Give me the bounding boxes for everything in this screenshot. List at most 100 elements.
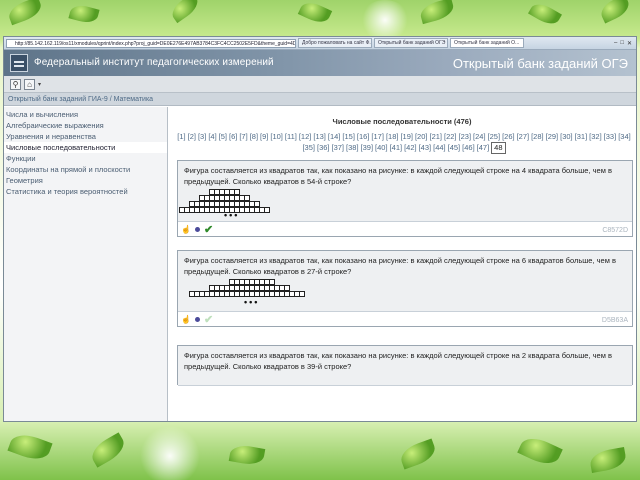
page-link[interactable]: [21] bbox=[429, 132, 442, 142]
sidebar-item-algebraic-expressions[interactable]: Алгебраические выражения bbox=[4, 120, 167, 131]
page-link[interactable]: [36] bbox=[317, 143, 330, 153]
minimize-icon[interactable]: – bbox=[614, 40, 617, 47]
page-link[interactable]: [24] bbox=[473, 132, 486, 142]
page-link[interactable]: [22] bbox=[444, 132, 457, 142]
ellipsis-dots: ••• bbox=[224, 210, 240, 220]
task-card-1: Фигура составляется из квадратов так, ка… bbox=[177, 160, 633, 237]
browser-tab-2[interactable]: Открытый банк заданий ОГЭ bbox=[374, 38, 448, 48]
task-footer: ☝ ✔ bbox=[178, 312, 632, 326]
task-card-2: Фигура составляется из квадратов так, ка… bbox=[177, 250, 633, 327]
hand-icon[interactable]: ☝ bbox=[181, 315, 191, 324]
page-link[interactable]: [26] bbox=[502, 132, 515, 142]
page-link[interactable]: [44] bbox=[433, 143, 446, 153]
sidebar-item-statistics[interactable]: Статистика и теория вероятностей bbox=[4, 186, 167, 197]
page-link[interactable]: [13] bbox=[313, 132, 326, 142]
search-icon[interactable]: ⚲ bbox=[10, 78, 21, 90]
task-body: Фигура составляется из квадратов так, ка… bbox=[178, 346, 632, 386]
page-link[interactable]: [32] bbox=[589, 132, 602, 142]
page-link[interactable]: [40] bbox=[375, 143, 388, 153]
task-text: Фигура составляется из квадратов так, ка… bbox=[184, 256, 616, 276]
page-link[interactable]: [33] bbox=[604, 132, 617, 142]
page-link[interactable]: [42] bbox=[404, 143, 417, 153]
task-body: Фигура составляется из квадратов так, ка… bbox=[178, 161, 632, 222]
pagination: [1] [2] [3] [4] [5] [6] [7] [8] [9] [10] [11] [12][… bbox=[174, 132, 634, 154]
task-card-3: Фигура составляется из квадратов так, ка… bbox=[177, 345, 633, 386]
fipi-logo-icon bbox=[10, 54, 28, 72]
page-link[interactable]: [41] bbox=[390, 143, 403, 153]
dropdown-caret-icon[interactable]: ▾ bbox=[38, 81, 41, 88]
page-link[interactable]: [37] bbox=[332, 143, 345, 153]
sidebar: Числа и вычисления Алгебраические выраже… bbox=[4, 107, 168, 421]
page-link[interactable]: [27] bbox=[517, 132, 530, 142]
home-icon[interactable]: ⌂ bbox=[24, 78, 35, 90]
task-id: C8572D bbox=[602, 227, 628, 234]
page-link[interactable]: [23] bbox=[459, 132, 472, 142]
toolbar: ⚲ ⌂ ▾ bbox=[4, 76, 636, 93]
window-controls: – □ ✕ bbox=[614, 40, 636, 47]
sidebar-item-functions[interactable]: Функции bbox=[4, 153, 167, 164]
page-link[interactable]: [47] bbox=[477, 143, 490, 153]
page-link[interactable]: [3] bbox=[198, 132, 206, 142]
page-link[interactable]: [35] bbox=[302, 143, 315, 153]
breadcrumb[interactable]: Открытый банк заданий ГИА-9 / Математика bbox=[4, 93, 636, 106]
task-footer: ☝ ✔ bbox=[178, 222, 632, 236]
browser-window: http://85.142.162.119/os11/xmodules/qpri… bbox=[3, 36, 637, 422]
task-figure: ••• bbox=[179, 189, 626, 220]
task-id: D5B63A bbox=[601, 317, 628, 324]
page-link[interactable]: [39] bbox=[361, 143, 374, 153]
check-icon[interactable]: ✔ bbox=[204, 313, 213, 326]
main-content: Числовые последовательности (476) [1] [2]… bbox=[170, 107, 634, 421]
page-link[interactable]: [2] bbox=[188, 132, 196, 142]
ellipsis-dots: ••• bbox=[244, 297, 260, 307]
page-link[interactable]: [43] bbox=[419, 143, 432, 153]
address-bar[interactable]: http://85.142.162.119/os11/xmodules/qpri… bbox=[6, 38, 296, 48]
close-icon[interactable]: ✕ bbox=[627, 40, 632, 47]
page-link[interactable]: [18] bbox=[386, 132, 399, 142]
page-link[interactable]: [11] bbox=[285, 132, 297, 142]
page-link[interactable]: [31] bbox=[575, 132, 588, 142]
browser-titlebar: http://85.142.162.119/os11/xmodules/qpri… bbox=[4, 37, 636, 50]
page-link[interactable]: [12] bbox=[299, 132, 312, 142]
page-link[interactable]: [29] bbox=[546, 132, 559, 142]
sidebar-item-numbers[interactable]: Числа и вычисления bbox=[4, 109, 167, 120]
maximize-icon[interactable]: □ bbox=[620, 40, 624, 47]
page-link[interactable]: [8] bbox=[250, 132, 258, 142]
sidebar-item-coordinates[interactable]: Координаты на прямой и плоскости bbox=[4, 164, 167, 175]
page-link[interactable]: [45] bbox=[448, 143, 461, 153]
page-link[interactable]: [28] bbox=[531, 132, 544, 142]
task-figure: ••• bbox=[184, 279, 626, 309]
section-title: Числовые последовательности (476) bbox=[332, 117, 472, 126]
page-link[interactable]: [4] bbox=[208, 132, 216, 142]
page-link[interactable]: [10] bbox=[270, 132, 283, 142]
page-link[interactable]: [14] bbox=[328, 132, 341, 142]
page-link[interactable]: [30] bbox=[560, 132, 573, 142]
page-link[interactable]: [1] bbox=[177, 132, 185, 142]
bank-title: Открытый банк заданий ОГЭ bbox=[452, 56, 628, 71]
page-link[interactable]: [9] bbox=[260, 132, 268, 142]
page-current: 48 bbox=[491, 142, 506, 154]
page-link[interactable]: [19] bbox=[400, 132, 413, 142]
page-link[interactable]: [25] bbox=[488, 132, 501, 142]
page-link[interactable]: [5] bbox=[219, 132, 227, 142]
org-title: Федеральный институт педагогических изме… bbox=[34, 57, 274, 68]
page-link[interactable]: [7] bbox=[239, 132, 247, 142]
check-icon[interactable]: ✔ bbox=[204, 223, 213, 236]
site-header: Федеральный институт педагогических изме… bbox=[4, 50, 636, 76]
hand-icon[interactable]: ☝ bbox=[181, 225, 191, 234]
sidebar-item-sequences[interactable]: Числовые последовательности bbox=[4, 142, 167, 153]
sidebar-item-geometry[interactable]: Геометрия bbox=[4, 175, 167, 186]
page-link[interactable]: [34] bbox=[618, 132, 631, 142]
page-link[interactable]: [17] bbox=[371, 132, 384, 142]
page-link[interactable]: [16] bbox=[357, 132, 370, 142]
page-link[interactable]: [6] bbox=[229, 132, 237, 142]
browser-tab-1[interactable]: Добро пожаловать на сайт Ф... bbox=[298, 38, 372, 48]
eye-icon[interactable] bbox=[194, 316, 200, 322]
sidebar-item-equations[interactable]: Уравнения и неравенства bbox=[4, 131, 167, 142]
page-link[interactable]: [38] bbox=[346, 143, 359, 153]
browser-tab-3[interactable]: Открытый банк заданий О... bbox=[450, 38, 524, 48]
task-body: Фигура составляется из квадратов так, ка… bbox=[178, 251, 632, 312]
page-link[interactable]: [20] bbox=[415, 132, 428, 142]
eye-icon[interactable] bbox=[194, 226, 200, 232]
page-link[interactable]: [46] bbox=[462, 143, 475, 153]
page-link[interactable]: [15] bbox=[342, 132, 355, 142]
